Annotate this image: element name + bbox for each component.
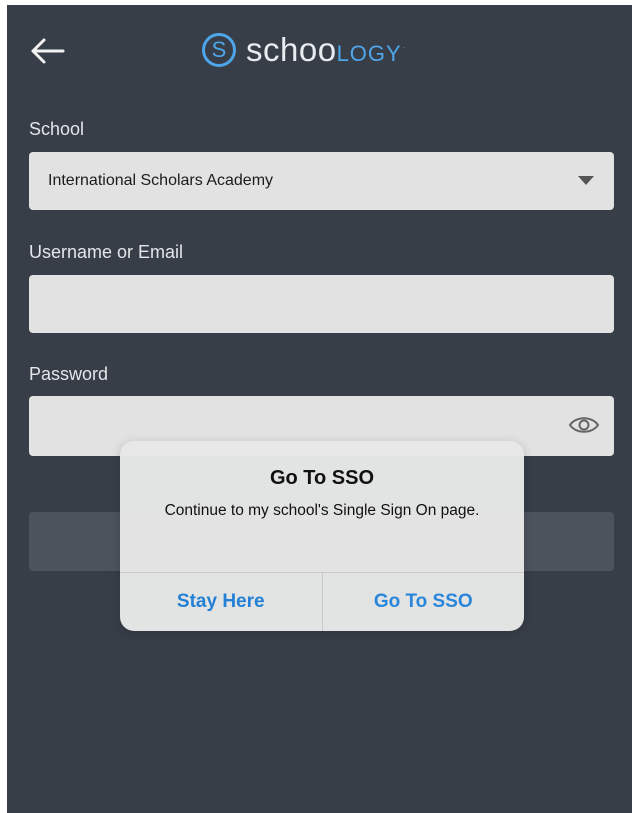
logo-text-accent: LOGY: [336, 41, 402, 66]
stay-here-button[interactable]: Stay Here: [120, 573, 322, 631]
go-to-sso-button[interactable]: Go To SSO: [323, 573, 525, 631]
logo-text: schooLOGY: [246, 31, 402, 69]
logo-text-main: schoo: [246, 31, 337, 68]
username-field[interactable]: [29, 275, 614, 333]
alert-actions: Stay Here Go To SSO: [120, 572, 524, 631]
arrow-left-icon: [31, 38, 65, 64]
alert-title: Go To SSO: [269, 467, 375, 489]
schoology-logo: S schooLOGY ·: [202, 29, 405, 71]
username-label: Username or Email: [29, 242, 184, 262]
school-select-value: International Scholars Academy: [48, 172, 274, 189]
password-label: Password: [29, 364, 109, 384]
alert-message: Continue to my school's Single Sign On p…: [164, 502, 480, 519]
logo-mark: S: [202, 33, 236, 67]
school-select[interactable]: International Scholars Academy: [29, 152, 614, 210]
back-button[interactable]: [29, 33, 71, 69]
login-screen: S schooLOGY · School International Schol…: [7, 5, 632, 813]
logo-trademark: ·: [402, 43, 406, 52]
eye-icon[interactable]: [568, 413, 600, 437]
sso-alert-dialog: Go To SSO Continue to my school's Single…: [120, 441, 524, 631]
school-label: School: [29, 119, 85, 139]
caret-down-icon: [578, 176, 594, 185]
